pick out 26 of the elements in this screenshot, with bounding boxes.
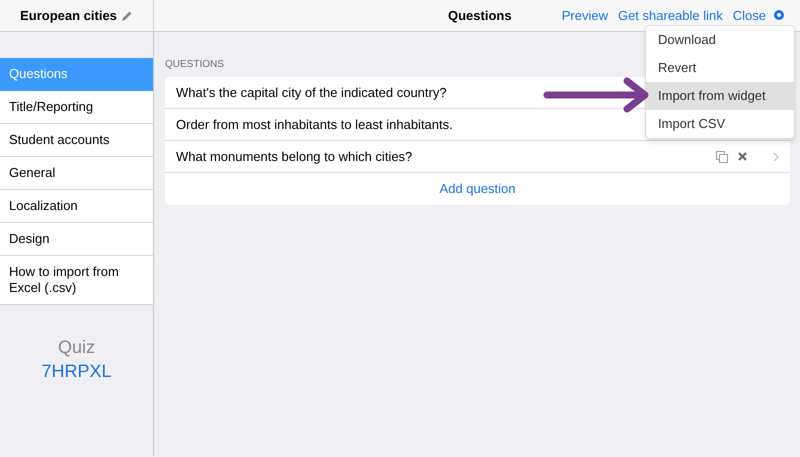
sidebar-item[interactable]: Student accounts (0, 124, 153, 157)
header-link[interactable]: Preview (562, 6, 608, 26)
question-text: What monuments belong to which cities? (176, 148, 412, 166)
sidebar-item[interactable]: Localization (0, 190, 153, 223)
section-heading: QUESTIONS (165, 58, 224, 72)
copy-icon[interactable] (716, 150, 728, 162)
question-text: What's the capital city of the indicated country? (176, 84, 447, 102)
menu-item[interactable]: Download (646, 26, 794, 54)
menu-item[interactable]: Import from widget (646, 82, 794, 110)
sidebar-item[interactable]: Title/Reporting (0, 91, 153, 124)
chevron-right-icon[interactable] (773, 152, 779, 162)
close-icon[interactable] (738, 152, 747, 161)
quiz-code: 7HRPXL (41, 360, 112, 383)
pencil-icon[interactable] (120, 10, 133, 22)
quiz-title: European cities (20, 6, 117, 25)
settings-icon[interactable] (772, 8, 786, 22)
header-link[interactable]: Get shareable link (618, 6, 723, 26)
question-row[interactable]: What monuments belong to which cities? (165, 141, 790, 173)
question-text: Order from most inhabitants to least inhabitants. (176, 116, 453, 134)
header-link[interactable]: Close (732, 6, 766, 26)
add-question-button[interactable]: Add question (165, 173, 790, 205)
sidebar-item[interactable]: Design (0, 223, 153, 256)
page-title: Questions (448, 6, 512, 25)
sidebar-item[interactable]: General (0, 157, 153, 190)
sidebar-item[interactable]: How to import from Excel (.csv) (0, 256, 153, 305)
quiz-label: Quiz (58, 336, 95, 359)
